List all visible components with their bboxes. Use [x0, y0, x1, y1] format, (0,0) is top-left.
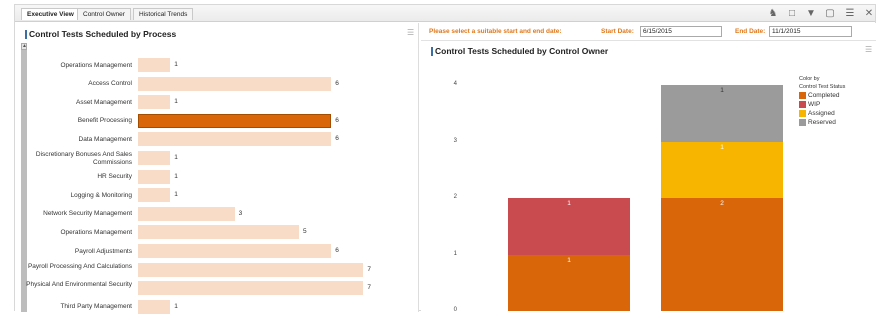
process-category-label: Discretionary Bonuses And Sales Commissi… — [35, 151, 132, 166]
process-bar-value: 1 — [174, 191, 178, 199]
process-category-label: HR Security — [97, 173, 132, 181]
tab-executive-view[interactable]: Executive View — [21, 8, 80, 20]
owner-chart-panel: Please select a suitable start and end d… — [421, 23, 876, 313]
y-tick-label: 1 — [453, 250, 457, 257]
process-category-label: Operations Management — [60, 228, 132, 236]
process-bar[interactable] — [138, 244, 332, 258]
stacked-bar-value-label: 1 — [720, 143, 724, 151]
process-bar-value: 6 — [335, 135, 339, 143]
process-bar[interactable] — [138, 169, 171, 184]
process-bar-value: 7 — [367, 284, 372, 292]
process-bar-value: 7 — [367, 265, 372, 273]
process-bar-value: 5 — [303, 228, 307, 236]
legend-label-assigned: Assigned — [808, 110, 835, 117]
legend-label-reserved: Reserved — [808, 119, 836, 126]
process-bar-value: 1 — [174, 172, 178, 180]
dashboard-frame: Executive View Control Owner Historical … — [14, 4, 876, 314]
export-icon[interactable]: ▢ — [824, 8, 836, 20]
process-bar[interactable] — [138, 281, 364, 296]
process-bar-value: 1 — [174, 61, 178, 68]
y-tick-label: 0 — [453, 307, 457, 313]
y-tick-label: 3 — [453, 137, 457, 144]
legend-item-reserved[interactable]: Reserved — [799, 118, 869, 127]
y-tick-label: 4 — [453, 81, 457, 87]
filter-icon[interactable]: ▼ — [805, 8, 817, 20]
process-bar[interactable] — [138, 132, 332, 147]
process-bar-value: 1 — [174, 98, 178, 106]
process-bar-value: 6 — [335, 116, 339, 124]
legend-item-assigned[interactable]: Assigned — [799, 109, 869, 118]
tab-bar: Executive View Control Owner Historical … — [15, 5, 875, 22]
legend-swatch-reserved — [799, 119, 806, 126]
legend-label-wip: WIP — [808, 101, 821, 108]
menu-icon[interactable]: ☰ — [844, 8, 856, 20]
stacked-bar-value-label: 2 — [720, 200, 724, 207]
process-category-label: Network Security Management — [43, 210, 132, 218]
process-bar[interactable] — [138, 188, 171, 203]
process-bar[interactable] — [138, 76, 332, 91]
owner-stacked-bar-chart: 0 1 2 3 4 1 1 2 1 1 — [421, 23, 876, 313]
process-category-label: Access Control — [88, 80, 132, 88]
chart-legend: Color by Control Test Status Completed W… — [799, 75, 869, 127]
process-bar[interactable] — [138, 95, 171, 110]
process-bar-chart: Operations Management 1 Access Control 6 Ass… — [15, 23, 419, 314]
process-category-label: Third Party Management — [60, 303, 132, 311]
user-icon[interactable]: ♞ — [767, 8, 779, 20]
process-bar-value: 1 — [174, 302, 178, 310]
stacked-bar-value-label: 1 — [720, 87, 724, 94]
process-bar[interactable] — [138, 225, 299, 240]
process-category-label: Physical And Environmental Security — [26, 281, 132, 289]
legend-subtitle: Control Test Status — [799, 84, 846, 90]
stacked-bar-segment-completed[interactable] — [661, 198, 783, 311]
close-icon[interactable]: ✕ — [863, 8, 875, 20]
process-bar-value: 1 — [174, 154, 178, 161]
legend-swatch-wip — [799, 101, 806, 108]
process-category-label: Benefit Processing — [77, 117, 132, 125]
tab-historical-trends[interactable]: Historical Trends — [133, 8, 194, 20]
process-bar[interactable] — [138, 113, 332, 128]
legend-swatch-completed — [799, 92, 806, 99]
legend-item-wip[interactable]: WIP — [799, 100, 869, 109]
process-category-label: Payroll Processing And Calculations — [27, 262, 132, 270]
process-category-label: Payroll Adjustments — [74, 247, 132, 255]
process-bar[interactable] — [138, 151, 171, 165]
stacked-bar-value-label: 1 — [567, 200, 571, 207]
bookmark-icon[interactable]: □ — [786, 8, 798, 20]
legend-swatch-assigned — [799, 110, 806, 117]
process-bar[interactable] — [138, 262, 364, 277]
process-chart-panel: Control Tests Scheduled by Process ☰ ▲ O… — [15, 23, 419, 314]
stacked-bar-value-label: 1 — [567, 256, 571, 264]
process-bar[interactable] — [138, 206, 235, 221]
process-category-label: Asset Management — [75, 98, 132, 106]
y-tick-label: 2 — [453, 194, 457, 200]
process-bar-value: 6 — [335, 79, 339, 87]
process-category-label: Operations Management — [60, 61, 132, 69]
legend-item-completed[interactable]: Completed — [799, 91, 869, 100]
legend-label-completed: Completed — [808, 92, 840, 99]
process-category-label: Logging & Monitoring — [70, 191, 132, 199]
legend-title: Color by — [799, 76, 820, 82]
process-category-label: Data Management — [78, 135, 132, 143]
tab-control-owner[interactable]: Control Owner — [77, 8, 131, 20]
process-bar-value: 6 — [335, 247, 339, 254]
process-bar-value: 3 — [238, 209, 243, 217]
process-bar[interactable] — [138, 58, 171, 72]
process-bar[interactable] — [138, 299, 171, 314]
